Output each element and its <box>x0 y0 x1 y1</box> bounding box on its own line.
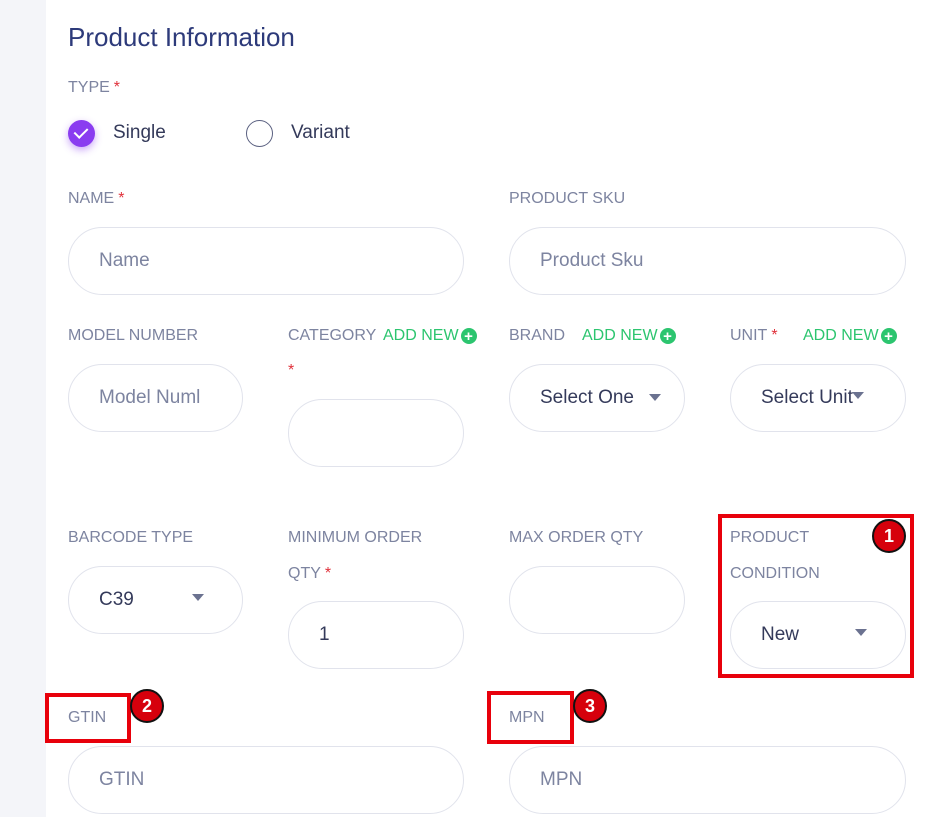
product-sku-input[interactable]: Product Sku <box>509 227 906 295</box>
plus-circle-icon: + <box>880 328 897 344</box>
page-title: Product Information <box>68 22 295 52</box>
barcode-type-select[interactable]: C39 <box>68 566 243 634</box>
plus-circle-icon: + <box>659 328 676 344</box>
brand-select-value: Select One <box>540 387 634 408</box>
caret-down-icon <box>649 394 661 401</box>
sku-label: PRODUCT SKU <box>509 190 626 207</box>
unit-label: UNIT * <box>730 327 778 344</box>
brand-label: BRAND <box>509 327 566 344</box>
radio-variant-label[interactable]: Variant <box>291 122 350 144</box>
plus-circle-icon: + <box>460 328 477 344</box>
radio-variant[interactable] <box>246 120 273 147</box>
name-label: NAME * <box>68 190 125 207</box>
min-order-qty-input[interactable]: 1 <box>288 601 464 669</box>
category-select[interactable] <box>288 399 464 467</box>
min-order-qty-value: 1 <box>319 624 330 645</box>
caret-down-icon <box>852 392 864 399</box>
max-order-qty-input[interactable] <box>509 566 685 634</box>
mpn-highlight <box>487 691 574 744</box>
model-number-label: MODEL NUMBER <box>68 327 199 344</box>
gtin-highlight <box>45 693 131 743</box>
name-input[interactable]: Name <box>68 227 464 295</box>
unit-select-value: Select Unit <box>761 387 853 408</box>
category-label: CATEGORY <box>288 327 377 344</box>
brand-add-new-link[interactable]: ADD NEW + <box>582 327 676 345</box>
max-order-label: MAX ORDER QTY <box>509 529 644 546</box>
model-number-input[interactable]: Model Numl <box>68 364 243 432</box>
unit-add-new-link[interactable]: ADD NEW + <box>803 327 897 345</box>
annotation-marker-3: 3 <box>573 689 607 723</box>
min-order-label-line1: MINIMUM ORDER <box>288 529 423 546</box>
barcode-type-label: BARCODE TYPE <box>68 529 194 546</box>
radio-single-label[interactable]: Single <box>113 122 166 144</box>
gtin-input[interactable]: GTIN <box>68 746 464 814</box>
annotation-marker-1: 1 <box>872 519 906 553</box>
min-order-label-line2: QTY * <box>288 565 332 582</box>
mpn-input[interactable]: MPN <box>509 746 906 814</box>
barcode-type-value: C39 <box>99 589 134 610</box>
type-label: TYPE * <box>68 79 121 96</box>
category-add-new-link[interactable]: ADD NEW + <box>383 327 477 345</box>
radio-single-check-icon[interactable] <box>68 120 95 147</box>
unit-select[interactable]: Select Unit <box>730 364 906 432</box>
caret-down-icon <box>192 594 204 601</box>
category-required-marker: * <box>288 362 295 379</box>
annotation-marker-2: 2 <box>130 689 164 723</box>
